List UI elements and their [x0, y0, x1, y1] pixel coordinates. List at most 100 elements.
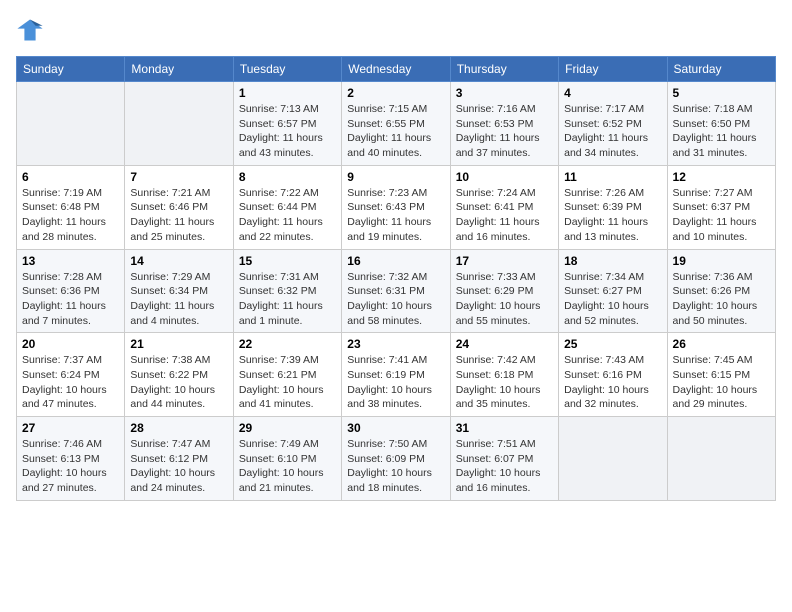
day-info: Sunrise: 7:42 AM Sunset: 6:18 PM Dayligh… [456, 353, 553, 412]
calendar-cell: 8Sunrise: 7:22 AM Sunset: 6:44 PM Daylig… [233, 165, 341, 249]
weekday-header-sunday: Sunday [17, 57, 125, 82]
day-info: Sunrise: 7:39 AM Sunset: 6:21 PM Dayligh… [239, 353, 336, 412]
calendar-cell: 24 Sunrise: 7:42 AM Sunset: 6:18 PM Dayli… [450, 333, 558, 417]
day-info: Sunrise: 7:34 AM Sunset: 6:27 PM Dayligh… [564, 270, 661, 329]
calendar-cell [125, 82, 233, 166]
day-number: 24 [456, 337, 553, 351]
day-info: Sunrise: 7:51 AM Sunset: 6:07 PM Dayligh… [456, 437, 553, 496]
day-number: 13 [22, 254, 119, 268]
day-number: 2 [347, 86, 444, 100]
day-info: Sunrise: 7:38 AM Sunset: 6:22 PM Dayligh… [130, 353, 227, 412]
day-info: Sunrise: 7:33 AM Sunset: 6:29 PM Dayligh… [456, 270, 553, 329]
day-number: 20 [22, 337, 119, 351]
day-number: 16 [347, 254, 444, 268]
calendar-cell: 28 Sunrise: 7:47 AM Sunset: 6:12 PM Dayli… [125, 417, 233, 501]
day-number: 9 [347, 170, 444, 184]
day-number: 11 [564, 170, 661, 184]
day-number: 1 [239, 86, 336, 100]
weekday-header-thursday: Thursday [450, 57, 558, 82]
calendar-cell: 29 Sunrise: 7:49 AM Sunset: 6:10 PM Dayli… [233, 417, 341, 501]
day-info: Sunrise: 7:37 AM Sunset: 6:24 PM Dayligh… [22, 353, 119, 412]
calendar-cell: 31 Sunrise: 7:51 AM Sunset: 6:07 PM Dayli… [450, 417, 558, 501]
day-number: 28 [130, 421, 227, 435]
calendar-cell: 3 Sunrise: 7:16 AM Sunset: 6:53 PM Daylig… [450, 82, 558, 166]
day-number: 25 [564, 337, 661, 351]
day-number: 26 [673, 337, 770, 351]
calendar-week-3: 13 Sunrise: 7:28 AM Sunset: 6:36 PM Dayli… [17, 249, 776, 333]
day-number: 4 [564, 86, 661, 100]
calendar-cell: 25 Sunrise: 7:43 AM Sunset: 6:16 PM Dayli… [559, 333, 667, 417]
weekday-header-saturday: Saturday [667, 57, 775, 82]
logo [16, 16, 48, 44]
day-number: 17 [456, 254, 553, 268]
weekday-header-friday: Friday [559, 57, 667, 82]
calendar-cell: 6 Sunrise: 7:19 AM Sunset: 6:48 PM Daylig… [17, 165, 125, 249]
calendar-cell: 16 Sunrise: 7:32 AM Sunset: 6:31 PM Dayli… [342, 249, 450, 333]
calendar-cell [667, 417, 775, 501]
weekday-header-tuesday: Tuesday [233, 57, 341, 82]
calendar-cell: 30 Sunrise: 7:50 AM Sunset: 6:09 PM Dayli… [342, 417, 450, 501]
day-info: Sunrise: 7:13 AM Sunset: 6:57 PM Dayligh… [239, 102, 336, 161]
day-info: Sunrise: 7:50 AM Sunset: 6:09 PM Dayligh… [347, 437, 444, 496]
calendar-cell: 4 Sunrise: 7:17 AM Sunset: 6:52 PM Daylig… [559, 82, 667, 166]
day-number: 21 [130, 337, 227, 351]
calendar-cell: 13 Sunrise: 7:28 AM Sunset: 6:36 PM Dayli… [17, 249, 125, 333]
day-number: 15 [239, 254, 336, 268]
calendar-cell: 5Sunrise: 7:18 AM Sunset: 6:50 PM Daylig… [667, 82, 775, 166]
logo-icon [16, 16, 44, 44]
calendar-week-4: 20 Sunrise: 7:37 AM Sunset: 6:24 PM Dayli… [17, 333, 776, 417]
day-number: 19 [673, 254, 770, 268]
day-info: Sunrise: 7:21 AM Sunset: 6:46 PM Dayligh… [130, 186, 227, 245]
day-number: 29 [239, 421, 336, 435]
calendar-cell [17, 82, 125, 166]
day-info: Sunrise: 7:18 AM Sunset: 6:50 PM Dayligh… [673, 102, 770, 161]
day-info: Sunrise: 7:15 AM Sunset: 6:55 PM Dayligh… [347, 102, 444, 161]
calendar-week-1: 1 Sunrise: 7:13 AM Sunset: 6:57 PM Daylig… [17, 82, 776, 166]
day-info: Sunrise: 7:32 AM Sunset: 6:31 PM Dayligh… [347, 270, 444, 329]
calendar-cell: 12 Sunrise: 7:27 AM Sunset: 6:37 PM Dayli… [667, 165, 775, 249]
calendar-cell: 17 Sunrise: 7:33 AM Sunset: 6:29 PM Dayli… [450, 249, 558, 333]
day-info: Sunrise: 7:28 AM Sunset: 6:36 PM Dayligh… [22, 270, 119, 329]
day-number: 14 [130, 254, 227, 268]
calendar-cell: 27 Sunrise: 7:46 AM Sunset: 6:13 PM Dayli… [17, 417, 125, 501]
day-number: 22 [239, 337, 336, 351]
day-info: Sunrise: 7:29 AM Sunset: 6:34 PM Dayligh… [130, 270, 227, 329]
day-info: Sunrise: 7:43 AM Sunset: 6:16 PM Dayligh… [564, 353, 661, 412]
day-info: Sunrise: 7:36 AM Sunset: 6:26 PM Dayligh… [673, 270, 770, 329]
day-number: 23 [347, 337, 444, 351]
calendar-cell: 10Sunrise: 7:24 AM Sunset: 6:41 PM Dayli… [450, 165, 558, 249]
calendar-cell: 26Sunrise: 7:45 AM Sunset: 6:15 PM Dayli… [667, 333, 775, 417]
day-number: 27 [22, 421, 119, 435]
calendar-cell: 14 Sunrise: 7:29 AM Sunset: 6:34 PM Dayli… [125, 249, 233, 333]
calendar-cell: 15 Sunrise: 7:31 AM Sunset: 6:32 PM Dayli… [233, 249, 341, 333]
day-number: 12 [673, 170, 770, 184]
day-info: Sunrise: 7:46 AM Sunset: 6:13 PM Dayligh… [22, 437, 119, 496]
calendar-cell: 11Sunrise: 7:26 AM Sunset: 6:39 PM Dayli… [559, 165, 667, 249]
calendar-cell: 23 Sunrise: 7:41 AM Sunset: 6:19 PM Dayli… [342, 333, 450, 417]
calendar-cell: 19 Sunrise: 7:36 AM Sunset: 6:26 PM Dayli… [667, 249, 775, 333]
day-number: 30 [347, 421, 444, 435]
day-number: 6 [22, 170, 119, 184]
calendar-cell: 1 Sunrise: 7:13 AM Sunset: 6:57 PM Daylig… [233, 82, 341, 166]
calendar-week-5: 27 Sunrise: 7:46 AM Sunset: 6:13 PM Dayli… [17, 417, 776, 501]
calendar-week-2: 6 Sunrise: 7:19 AM Sunset: 6:48 PM Daylig… [17, 165, 776, 249]
day-info: Sunrise: 7:16 AM Sunset: 6:53 PM Dayligh… [456, 102, 553, 161]
day-info: Sunrise: 7:31 AM Sunset: 6:32 PM Dayligh… [239, 270, 336, 329]
day-info: Sunrise: 7:17 AM Sunset: 6:52 PM Dayligh… [564, 102, 661, 161]
day-info: Sunrise: 7:49 AM Sunset: 6:10 PM Dayligh… [239, 437, 336, 496]
weekday-header-wednesday: Wednesday [342, 57, 450, 82]
calendar-cell: 7Sunrise: 7:21 AM Sunset: 6:46 PM Daylig… [125, 165, 233, 249]
day-info: Sunrise: 7:23 AM Sunset: 6:43 PM Dayligh… [347, 186, 444, 245]
day-number: 3 [456, 86, 553, 100]
calendar-cell: 18 Sunrise: 7:34 AM Sunset: 6:27 PM Dayli… [559, 249, 667, 333]
calendar-cell: 21 Sunrise: 7:38 AM Sunset: 6:22 PM Dayli… [125, 333, 233, 417]
day-info: Sunrise: 7:19 AM Sunset: 6:48 PM Dayligh… [22, 186, 119, 245]
day-info: Sunrise: 7:47 AM Sunset: 6:12 PM Dayligh… [130, 437, 227, 496]
calendar-body: 1 Sunrise: 7:13 AM Sunset: 6:57 PM Daylig… [17, 82, 776, 501]
day-info: Sunrise: 7:41 AM Sunset: 6:19 PM Dayligh… [347, 353, 444, 412]
calendar-cell: 2 Sunrise: 7:15 AM Sunset: 6:55 PM Daylig… [342, 82, 450, 166]
day-number: 18 [564, 254, 661, 268]
calendar-header-row: SundayMondayTuesdayWednesdayThursdayFrid… [17, 57, 776, 82]
day-number: 31 [456, 421, 553, 435]
day-info: Sunrise: 7:27 AM Sunset: 6:37 PM Dayligh… [673, 186, 770, 245]
